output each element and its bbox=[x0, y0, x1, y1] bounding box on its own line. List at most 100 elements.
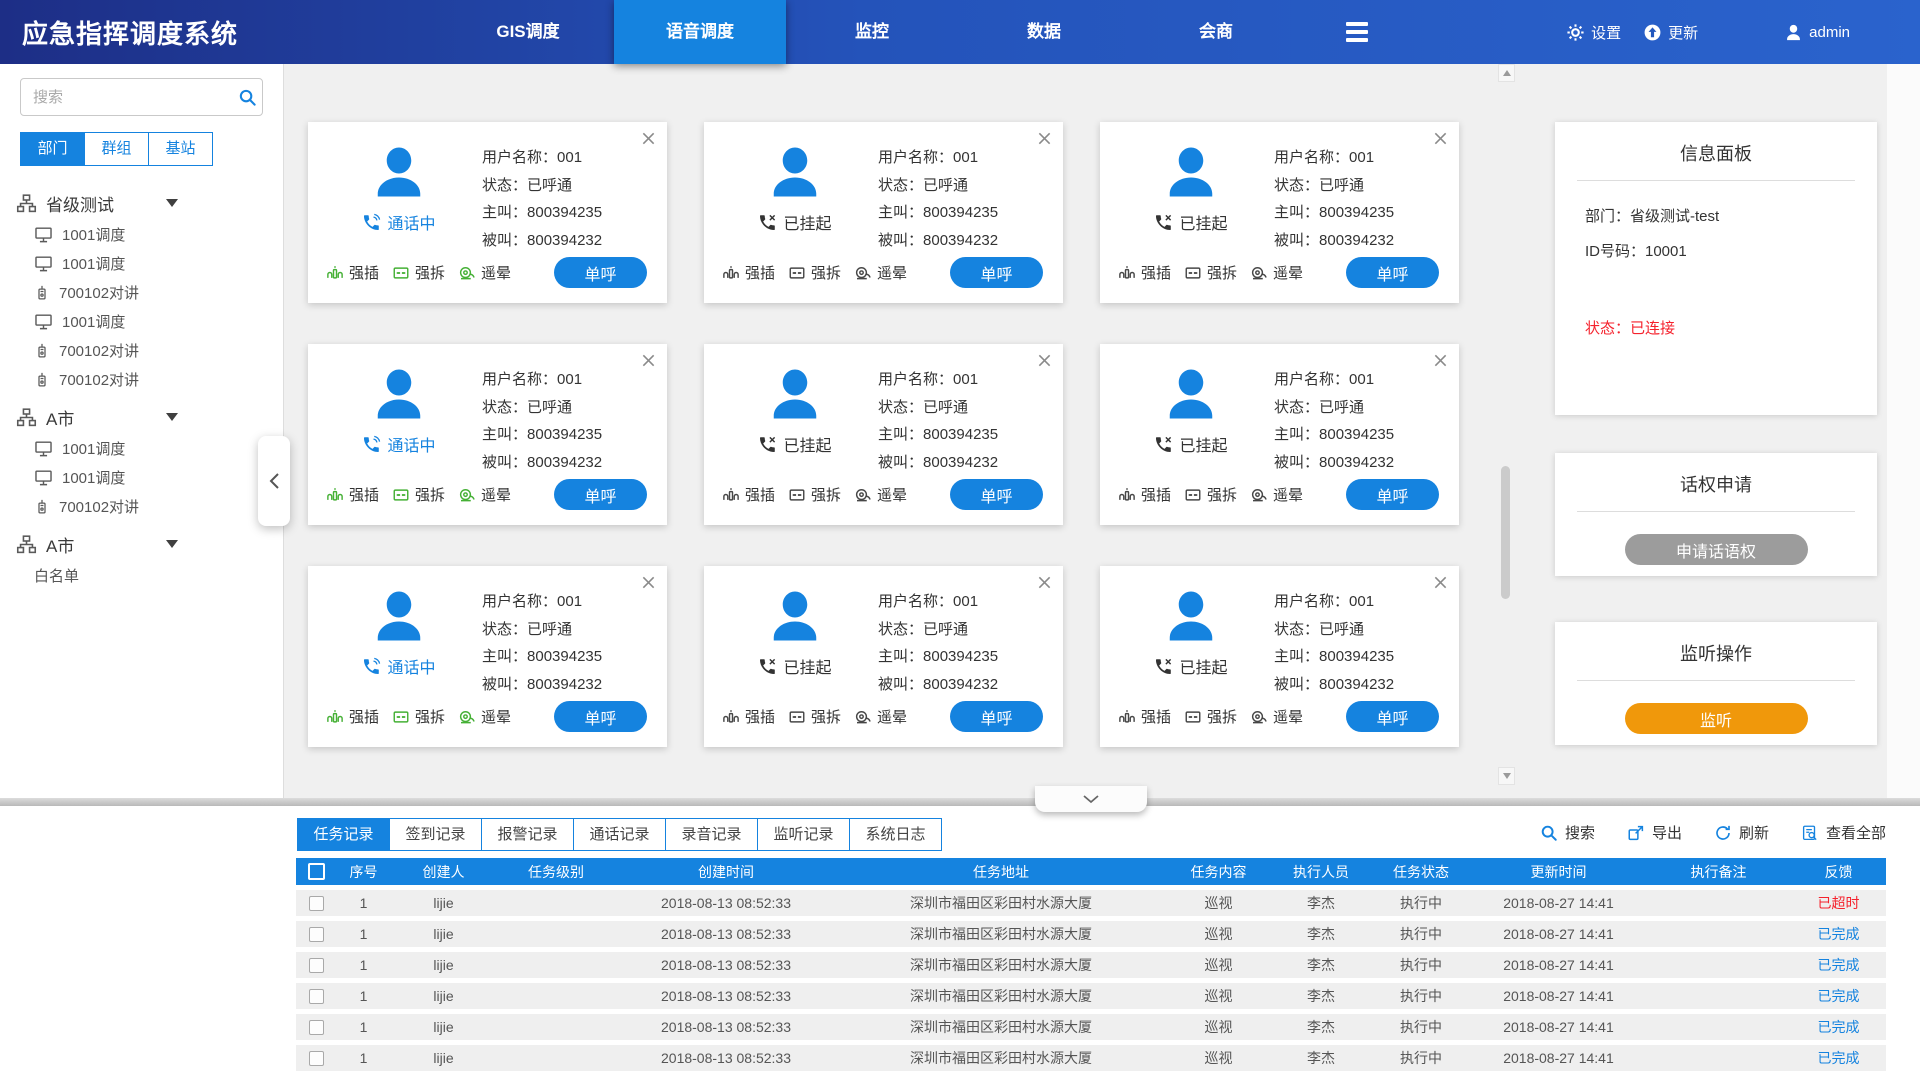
force-insert-button[interactable]: 强插 bbox=[326, 262, 379, 283]
row-checkbox[interactable] bbox=[309, 1051, 324, 1066]
single-call-button[interactable]: 单呼 bbox=[950, 257, 1043, 288]
task-row[interactable]: 1 lijie 2018-08-13 08:52:33 深圳市福田区彩田村水源大… bbox=[296, 952, 1886, 978]
force-insert-button[interactable]: 强插 bbox=[326, 484, 379, 505]
scroll-down-button[interactable] bbox=[1498, 767, 1515, 785]
force-insert-button[interactable]: 强插 bbox=[326, 706, 379, 727]
select-all-checkbox[interactable] bbox=[308, 863, 325, 880]
tree-item[interactable]: 1001调度 bbox=[16, 463, 283, 492]
menu-button[interactable] bbox=[1302, 0, 1412, 64]
tree-item[interactable]: 1001调度 bbox=[16, 434, 283, 463]
single-call-button[interactable]: 单呼 bbox=[1346, 257, 1439, 288]
force-release-button[interactable]: 强拆 bbox=[788, 706, 841, 727]
close-icon[interactable] bbox=[641, 353, 656, 368]
tree-item[interactable]: 700102对讲 bbox=[16, 278, 283, 307]
close-icon[interactable] bbox=[1433, 575, 1448, 590]
force-insert-button[interactable]: 强插 bbox=[1118, 262, 1171, 283]
tree-item[interactable]: 700102对讲 bbox=[16, 492, 283, 521]
remote-stun-button[interactable]: 遥晕 bbox=[854, 706, 907, 727]
single-call-button[interactable]: 单呼 bbox=[950, 479, 1043, 510]
caret-down-icon[interactable] bbox=[166, 199, 178, 207]
tab-checkin-records[interactable]: 签到记录 bbox=[389, 818, 482, 851]
remote-stun-button[interactable]: 遥晕 bbox=[458, 484, 511, 505]
search-input[interactable] bbox=[21, 89, 232, 106]
tab-alarm-records[interactable]: 报警记录 bbox=[481, 818, 574, 851]
single-call-button[interactable]: 单呼 bbox=[554, 479, 647, 510]
row-checkbox[interactable] bbox=[309, 958, 324, 973]
force-insert-button[interactable]: 强插 bbox=[722, 484, 775, 505]
tree-item[interactable]: 700102对讲 bbox=[16, 365, 283, 394]
task-row[interactable]: 1 lijie 2018-08-13 08:52:33 深圳市福田区彩田村水源大… bbox=[296, 1014, 1886, 1040]
refresh-button[interactable]: 刷新 bbox=[1714, 822, 1769, 843]
settings-button[interactable]: 设置 bbox=[1566, 22, 1621, 43]
force-release-button[interactable]: 强拆 bbox=[392, 706, 445, 727]
force-insert-button[interactable]: 强插 bbox=[722, 706, 775, 727]
remote-stun-button[interactable]: 遥晕 bbox=[458, 706, 511, 727]
force-release-button[interactable]: 强拆 bbox=[788, 484, 841, 505]
tab-department[interactable]: 部门 bbox=[20, 132, 85, 166]
force-release-button[interactable]: 强拆 bbox=[1184, 484, 1237, 505]
task-row[interactable]: 1 lijie 2018-08-13 08:52:33 深圳市福田区彩田村水源大… bbox=[296, 921, 1886, 947]
close-icon[interactable] bbox=[1433, 131, 1448, 146]
tree-item[interactable]: A市 bbox=[16, 400, 283, 434]
force-release-button[interactable]: 强拆 bbox=[392, 262, 445, 283]
close-icon[interactable] bbox=[641, 575, 656, 590]
sidebar-collapse-handle[interactable] bbox=[258, 436, 290, 526]
close-icon[interactable] bbox=[1433, 353, 1448, 368]
close-icon[interactable] bbox=[1037, 575, 1052, 590]
tree-item[interactable]: A市 bbox=[16, 527, 283, 561]
scroll-up-button[interactable] bbox=[1498, 64, 1515, 82]
force-insert-button[interactable]: 强插 bbox=[1118, 706, 1171, 727]
single-call-button[interactable]: 单呼 bbox=[554, 257, 647, 288]
remote-stun-button[interactable]: 遥晕 bbox=[854, 262, 907, 283]
caret-down-icon[interactable] bbox=[166, 413, 178, 421]
tab-call-records[interactable]: 通话记录 bbox=[573, 818, 666, 851]
tab-group[interactable]: 群组 bbox=[84, 132, 149, 166]
close-icon[interactable] bbox=[1037, 353, 1052, 368]
single-call-button[interactable]: 单呼 bbox=[554, 701, 647, 732]
row-checkbox[interactable] bbox=[309, 989, 324, 1004]
row-checkbox[interactable] bbox=[309, 1020, 324, 1035]
bottom-collapse-handle[interactable] bbox=[1035, 786, 1147, 812]
remote-stun-button[interactable]: 遥晕 bbox=[854, 484, 907, 505]
row-checkbox[interactable] bbox=[309, 927, 324, 942]
force-release-button[interactable]: 强拆 bbox=[1184, 262, 1237, 283]
caret-down-icon[interactable] bbox=[166, 540, 178, 548]
nav-tab-gis-dispatch[interactable]: GIS调度 bbox=[442, 0, 614, 64]
force-release-button[interactable]: 强拆 bbox=[392, 484, 445, 505]
request-talk-right-button[interactable]: 申请话语权 bbox=[1625, 534, 1808, 565]
single-call-button[interactable]: 单呼 bbox=[950, 701, 1043, 732]
update-button[interactable]: 更新 bbox=[1643, 22, 1698, 43]
remote-stun-button[interactable]: 遥晕 bbox=[458, 262, 511, 283]
tab-system-log[interactable]: 系统日志 bbox=[849, 818, 942, 851]
listen-button[interactable]: 监听 bbox=[1625, 703, 1808, 734]
scrollbar-thumb[interactable] bbox=[1501, 466, 1510, 599]
nav-tab-monitoring[interactable]: 监控 bbox=[786, 0, 958, 64]
force-release-button[interactable]: 强拆 bbox=[788, 262, 841, 283]
tab-listen-records[interactable]: 监听记录 bbox=[757, 818, 850, 851]
nav-tab-voice-dispatch[interactable]: 语音调度 bbox=[614, 0, 786, 64]
task-row[interactable]: 1 lijie 2018-08-13 08:52:33 深圳市福田区彩田村水源大… bbox=[296, 983, 1886, 1009]
tab-recording-records[interactable]: 录音记录 bbox=[665, 818, 758, 851]
export-button[interactable]: 导出 bbox=[1627, 822, 1682, 843]
force-release-button[interactable]: 强拆 bbox=[1184, 706, 1237, 727]
task-row[interactable]: 1 lijie 2018-08-13 08:52:33 深圳市福田区彩田村水源大… bbox=[296, 1045, 1886, 1071]
close-icon[interactable] bbox=[1037, 131, 1052, 146]
tree-item[interactable]: 1001调度 bbox=[16, 307, 283, 336]
remote-stun-button[interactable]: 遥晕 bbox=[1250, 262, 1303, 283]
task-row[interactable]: 1 lijie 2018-08-13 08:52:33 深圳市福田区彩田村水源大… bbox=[296, 890, 1886, 916]
row-checkbox[interactable] bbox=[309, 896, 324, 911]
single-call-button[interactable]: 单呼 bbox=[1346, 479, 1439, 510]
tree-item[interactable]: 1001调度 bbox=[16, 249, 283, 278]
tree-item[interactable]: 1001调度 bbox=[16, 220, 283, 249]
tree-item[interactable]: 白名单 bbox=[16, 561, 283, 590]
single-call-button[interactable]: 单呼 bbox=[1346, 701, 1439, 732]
close-icon[interactable] bbox=[641, 131, 656, 146]
view-all-button[interactable]: 查看全部 bbox=[1801, 822, 1886, 843]
nav-tab-conference[interactable]: 会商 bbox=[1130, 0, 1302, 64]
tab-basestation[interactable]: 基站 bbox=[148, 132, 213, 166]
tree-item[interactable]: 700102对讲 bbox=[16, 336, 283, 365]
force-insert-button[interactable]: 强插 bbox=[1118, 484, 1171, 505]
remote-stun-button[interactable]: 遥晕 bbox=[1250, 706, 1303, 727]
force-insert-button[interactable]: 强插 bbox=[722, 262, 775, 283]
table-search-button[interactable]: 搜索 bbox=[1540, 822, 1595, 843]
